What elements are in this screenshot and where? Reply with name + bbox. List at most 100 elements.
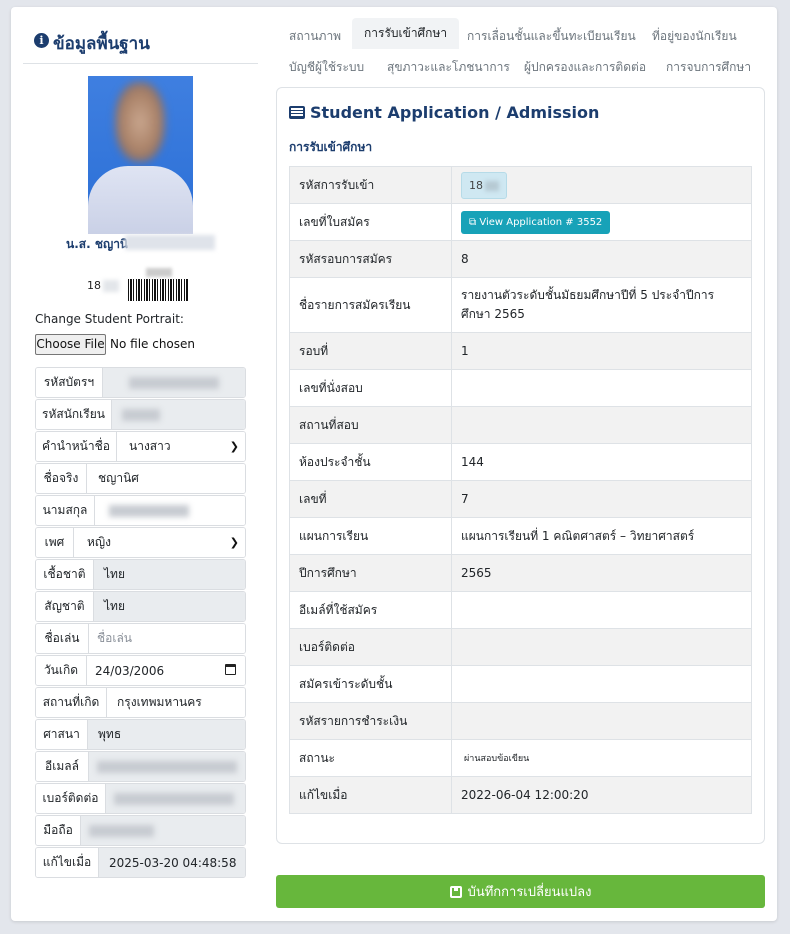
panel-title-text: Student Application / Admission (310, 103, 600, 122)
row-key: อีเมล์ที่ใช้สมัคร (289, 591, 452, 629)
nationality-input[interactable]: ไทย (94, 592, 245, 621)
field-label: วันเกิด (36, 656, 87, 685)
table-row: ห้องประจำชั้น 144 (289, 443, 752, 481)
field-label: แก้ไขเมื่อ (36, 848, 99, 877)
row-key: เลขที่นั่งสอบ (289, 369, 452, 407)
religion-input[interactable]: พุทธ (88, 720, 245, 749)
row-value (451, 702, 752, 740)
field-updated-at: แก้ไขเมื่อ 2025-03-20 04:48:58 (35, 847, 246, 878)
table-row: รอบที่ 1 (289, 332, 752, 370)
row-value: 1 (451, 332, 752, 370)
row-key: รหัสรายการชำระเงิน (289, 702, 452, 740)
table-row: เลขที่ใบสมัคร ⧉ View Application # 3552 (289, 203, 752, 241)
barcode-caption (146, 268, 172, 277)
table-row: รหัสการรับเข้า 18 (289, 166, 752, 204)
row-value (451, 628, 752, 666)
tab-user-account[interactable]: บัญชีผู้ใช้ระบบ (289, 58, 364, 77)
phone-input[interactable] (106, 784, 245, 813)
row-value: แผนการเรียนที่ 1 คณิตศาสตร์ – วิทยาศาสตร… (451, 517, 752, 555)
tab-address[interactable]: ที่อยู่ของนักเรียน (652, 27, 737, 46)
tab-health[interactable]: สุขภาวะและโภชนาการ (387, 58, 510, 77)
field-label: สถานที่เกิด (36, 688, 107, 717)
save-icon (449, 885, 462, 898)
field-label: มือถือ (36, 816, 81, 845)
table-row: อีเมล์ที่ใช้สมัคร (289, 591, 752, 629)
view-application-button[interactable]: ⧉ View Application # 3552 (461, 210, 611, 234)
save-label: บันทึกการเปลี่ยนแปลง (467, 885, 592, 900)
row-key: ห้องประจำชั้น (289, 443, 452, 481)
row-value: ⧉ View Application # 3552 (451, 203, 752, 241)
row-key: ปีการศึกษา (289, 554, 452, 592)
row-key: รหัสรอบการสมัคร (289, 240, 452, 278)
prefix-select[interactable]: นางสาว ❯ (117, 432, 245, 461)
row-value (451, 369, 752, 407)
field-religion: ศาสนา พุทธ (35, 719, 246, 750)
nickname-input[interactable]: ชื่อเล่น (89, 624, 245, 653)
table-row: แผนการเรียน แผนการเรียนที่ 1 คณิตศาสตร์ … (289, 517, 752, 555)
tab-admission[interactable]: การรับเข้าศึกษา (352, 18, 460, 49)
birth-date-input[interactable]: 24/03/2006 (87, 656, 245, 685)
student-id-input[interactable] (112, 400, 245, 429)
field-label: คำนำหน้าชื่อ (36, 432, 117, 461)
choose-file-button[interactable]: Choose File (35, 334, 106, 355)
field-student-id: รหัสนักเรียน (35, 399, 246, 430)
row-value: รายงานตัวระดับชั้นมัธยมศึกษาปีที่ 5 ประจ… (451, 277, 752, 333)
gender-select[interactable]: หญิง ❯ (74, 528, 245, 557)
panel-title: Student Application / Admission (289, 103, 599, 122)
last-name-input[interactable] (95, 496, 245, 525)
redacted-surname (125, 235, 215, 250)
status-value: ผ่านสอบข้อเขียน (451, 739, 752, 777)
barcode (128, 279, 189, 301)
row-value (451, 665, 752, 703)
field-first-name: ชื่อจริง ชญานิศ (35, 463, 246, 494)
mobile-input[interactable] (81, 816, 245, 845)
field-last-name: นามสกุล (35, 495, 246, 526)
row-key: เบอร์ติดต่อ (289, 628, 452, 666)
redacted-code (103, 280, 119, 292)
field-birth-place: สถานที่เกิด กรุงเทพมหานคร (35, 687, 246, 718)
admission-subheading: การรับเข้าศึกษา (289, 140, 373, 154)
row-key: สถานะ (289, 739, 452, 777)
tab-status[interactable]: สถานภาพ (289, 27, 341, 46)
row-key: เลขที่ใบสมัคร (289, 203, 452, 241)
chevron-down-icon: ❯ (229, 536, 239, 549)
row-value (451, 406, 752, 444)
row-value: 18 (451, 166, 752, 204)
row-key: รอบที่ (289, 332, 452, 370)
field-phone: เบอร์ติดต่อ (35, 783, 246, 814)
field-email: อีเมลล์ (35, 751, 246, 782)
field-label: รหัสนักเรียน (36, 400, 112, 429)
row-value: 7 (451, 480, 752, 518)
row-key: แก้ไขเมื่อ (289, 776, 452, 814)
table-row: เลขที่นั่งสอบ (289, 369, 752, 407)
no-file-chosen-text: No file chosen (110, 337, 196, 351)
chevron-down-icon: ❯ (229, 440, 239, 453)
field-label: รหัสบัตรฯ (36, 368, 103, 397)
row-key: สมัครเข้าระดับชั้น (289, 665, 452, 703)
field-gender: เพศ หญิง ❯ (35, 527, 246, 558)
table-row: แก้ไขเมื่อ 2022-06-04 12:00:20 (289, 776, 752, 814)
field-nickname: ชื่อเล่น ชื่อเล่น (35, 623, 246, 654)
table-row: สถานที่สอบ (289, 406, 752, 444)
ethnicity-input[interactable]: ไทย (94, 560, 245, 589)
student-code: 18 (87, 279, 101, 292)
field-mobile: มือถือ (35, 815, 246, 846)
tab-promotion[interactable]: การเลื่อนชั้นและขึ้นทะเบียนเรียน (467, 27, 636, 46)
basic-info-heading: i ข้อมูลพื้นฐาน (23, 30, 258, 64)
tab-graduation[interactable]: การจบการศึกษา (666, 58, 751, 77)
tab-guardians[interactable]: ผู้ปกครองและการติดต่อ (524, 58, 646, 77)
email-input[interactable] (89, 752, 245, 781)
first-name-input[interactable]: ชญานิศ (87, 464, 245, 493)
updated-at-input[interactable]: 2025-03-20 04:48:58 (99, 848, 245, 877)
row-key: รหัสการรับเข้า (289, 166, 452, 204)
id-card-input[interactable] (103, 368, 245, 397)
table-row: รหัสรอบการสมัคร 8 (289, 240, 752, 278)
birth-place-input[interactable]: กรุงเทพมหานคร (107, 688, 245, 717)
row-value: 2565 (451, 554, 752, 592)
list-icon (289, 106, 305, 119)
calendar-icon[interactable] (225, 664, 236, 675)
table-row: รหัสรายการชำระเงิน (289, 702, 752, 740)
table-row: ปีการศึกษา 2565 (289, 554, 752, 592)
field-label: ศาสนา (36, 720, 88, 749)
save-changes-button[interactable]: บันทึกการเปลี่ยนแปลง (276, 875, 765, 908)
